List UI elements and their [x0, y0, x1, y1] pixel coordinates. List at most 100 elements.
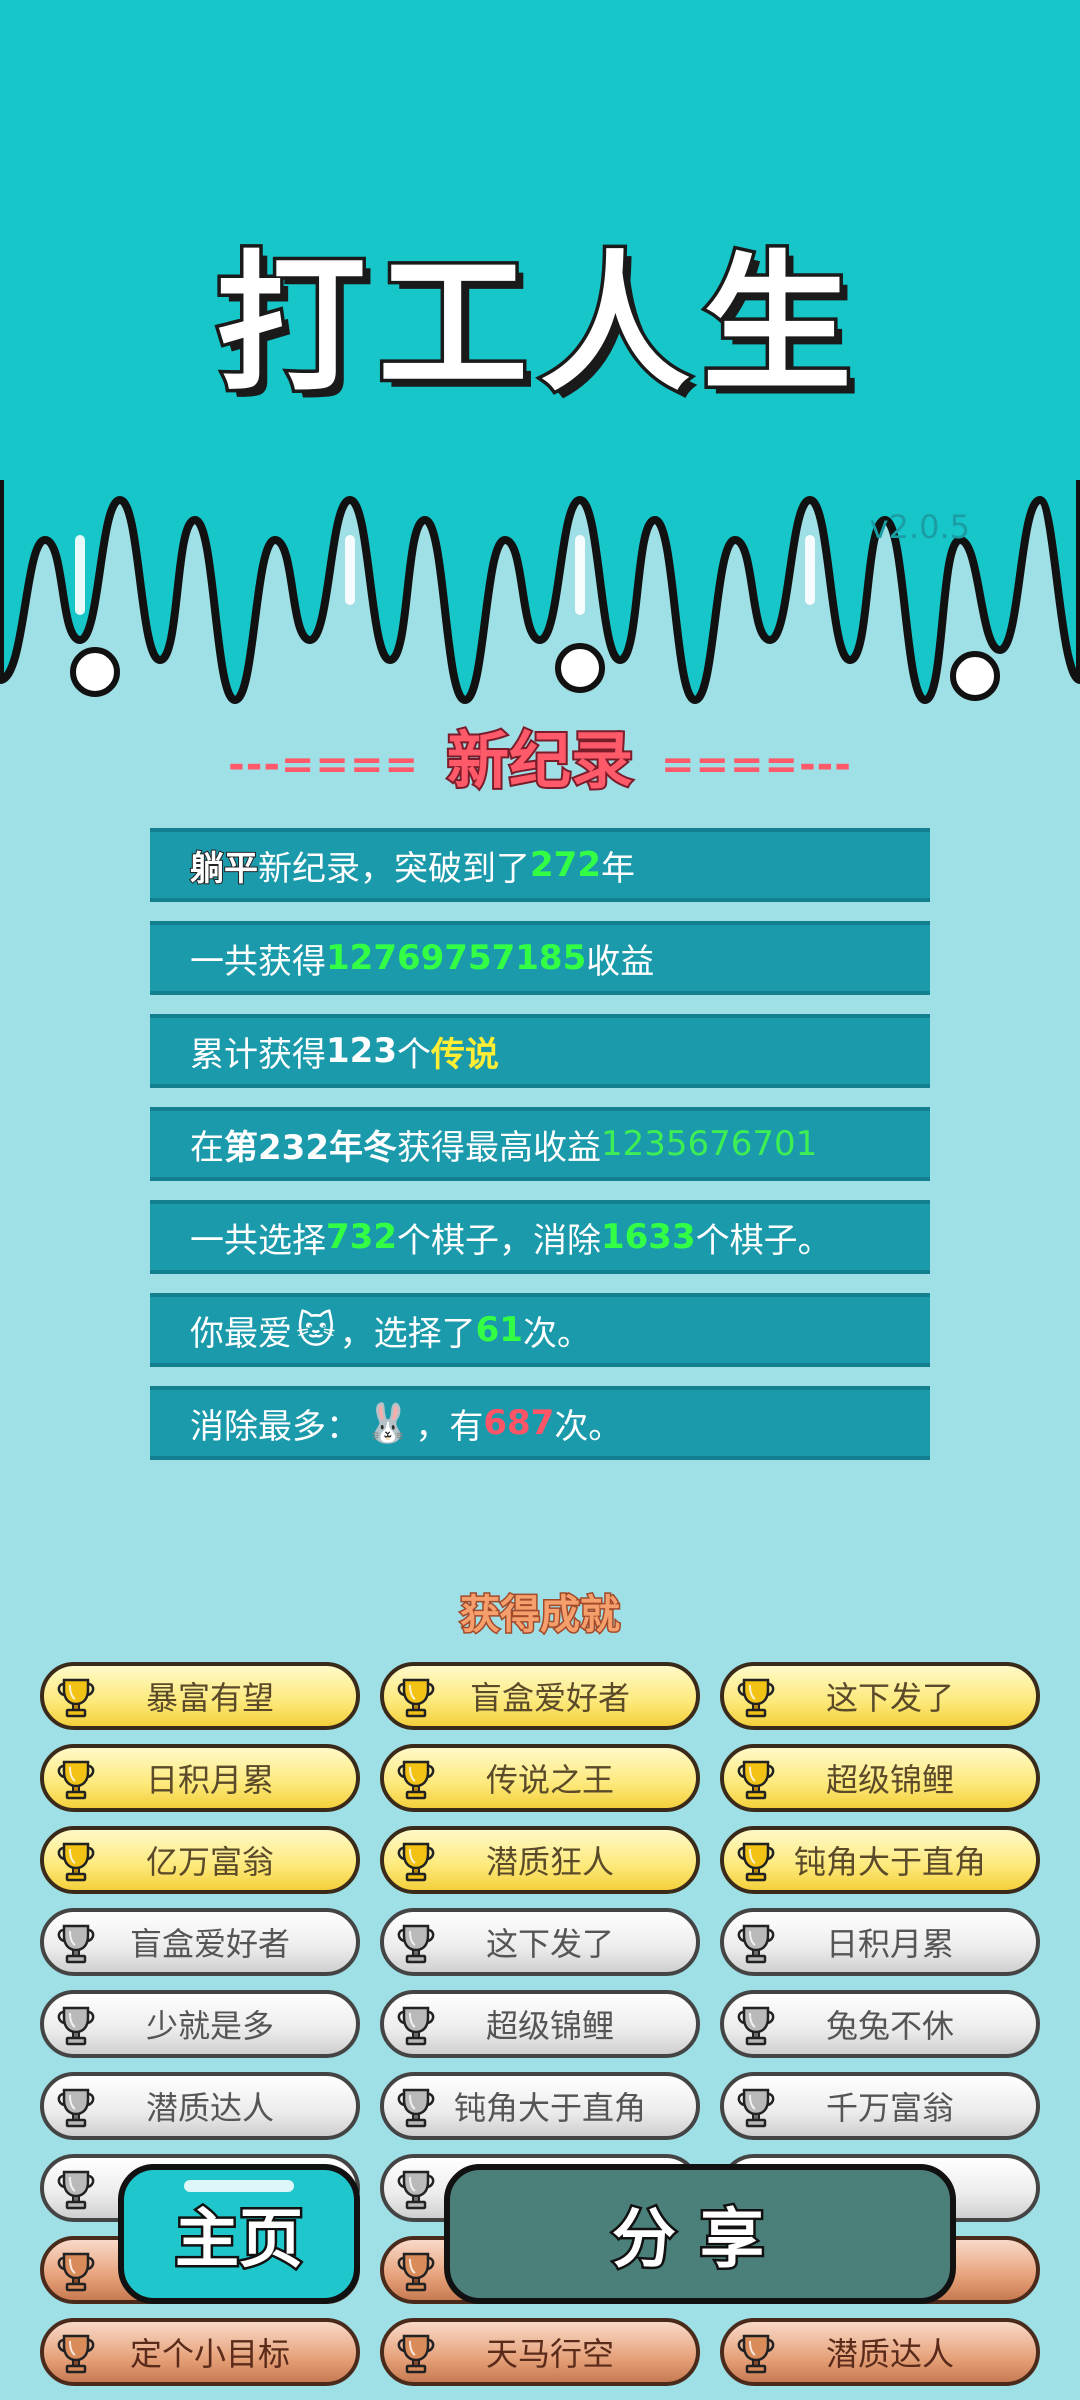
achievement-badge[interactable]: 盲盒爱好者 — [380, 1662, 700, 1730]
record-text: 1235676701 — [600, 1124, 818, 1164]
record-text: 一共选择 — [190, 1220, 326, 1261]
record-row: 一共选择 732 个棋子，消除 1633 个棋子。 — [150, 1200, 930, 1274]
achievement-badge[interactable]: 暴富有望 — [40, 1662, 360, 1730]
trophy-icon — [57, 2088, 95, 2128]
button-shine — [184, 2180, 294, 2192]
achievements-title: 获得成就 — [459, 1591, 622, 1640]
trophy-icon — [397, 2170, 435, 2210]
record-text: ，选择了 — [339, 1313, 476, 1354]
record-row: 一共获得 12769757185 收益 — [150, 921, 930, 995]
heading-word: 新纪录 — [445, 724, 635, 797]
achievement-badge[interactable]: 盲盒爱好者 — [40, 1908, 360, 1976]
achievement-label: 暴富有望 — [145, 1679, 274, 1717]
achievement-badge[interactable]: 日积月累 — [40, 1744, 360, 1812]
achievement-badge[interactable]: 千万富翁 — [720, 2072, 1040, 2140]
achievement-label: 潜质达人 — [145, 2089, 274, 2127]
trophy-icon — [737, 2334, 775, 2374]
record-text: 躺平 — [189, 848, 259, 890]
achievement-badge[interactable]: 日积月累 — [720, 1908, 1040, 1976]
achievement-badge[interactable]: 钝角大于直角 — [380, 2072, 700, 2140]
achievement-label: 少就是多 — [145, 2007, 274, 2045]
achievement-label: 定个小目标 — [129, 2335, 290, 2373]
achievement-badge[interactable]: 天马行空 — [380, 2318, 700, 2386]
record-text: 获得最高收益 — [396, 1127, 601, 1168]
record-text: 传说 — [430, 1034, 499, 1075]
record-text: 个棋子，消除 — [396, 1220, 601, 1261]
achievement-label: 钝角大于直角 — [453, 2089, 646, 2127]
achievement-badge[interactable]: 传说之王 — [380, 1744, 700, 1812]
achievement-label: 日积月累 — [825, 1925, 954, 1963]
cat-icon: 🐱 — [296, 1308, 336, 1352]
achievement-badge[interactable]: 潜质达人 — [720, 2318, 1040, 2386]
trophy-icon — [397, 2088, 435, 2128]
achievement-label: 这下发了 — [485, 1925, 614, 1963]
achievement-label: 这下发了 — [825, 1679, 954, 1717]
record-text: 272 — [530, 845, 601, 885]
record-text: 收益 — [586, 941, 655, 982]
achievement-badge[interactable]: 超级锦鲤 — [720, 1744, 1040, 1812]
trophy-icon — [737, 1760, 775, 1800]
record-row: 消除最多： 🐰 ，有 687 次。 — [150, 1386, 930, 1460]
achievement-badge[interactable]: 超级锦鲤 — [380, 1990, 700, 2058]
achievement-badge[interactable]: 兔兔不休 — [720, 1990, 1040, 2058]
record-list: 躺平 新纪录，突破到了 272 年一共获得 12769757185 收益 累计获得 123 个传… — [150, 828, 930, 1479]
trophy-icon — [737, 2006, 775, 2046]
achievement-badge[interactable]: 潜质狂人 — [380, 1826, 700, 1894]
achievement-badge[interactable]: 这下发了 — [720, 1662, 1040, 1730]
share-button[interactable]: 分享 — [444, 2164, 956, 2304]
achievement-badge[interactable]: 定个小目标 — [40, 2318, 360, 2386]
trophy-icon — [737, 2088, 775, 2128]
trophy-icon — [397, 1924, 435, 1964]
achievement-badge[interactable]: 这下发了 — [380, 1908, 700, 1976]
trophy-icon — [57, 1842, 95, 1882]
achievement-label: 钝角大于直角 — [793, 1843, 986, 1881]
home-button[interactable]: 主页 — [118, 2164, 360, 2304]
header-banner: 打工人生 v2.0.5 — [0, 0, 1080, 720]
trophy-icon — [397, 2006, 435, 2046]
achievement-badge[interactable]: 少就是多 — [40, 1990, 360, 2058]
share-button-label: 分享 — [610, 2201, 788, 2280]
record-text: 12769757185 — [326, 938, 587, 978]
new-record-heading: ---==== 新纪录 ====--- — [0, 728, 1080, 794]
record-text: 第232年冬 — [224, 1127, 397, 1168]
trophy-icon — [57, 2334, 95, 2374]
app-title: 打工人生 — [212, 238, 864, 412]
record-text: 一共获得 — [190, 941, 326, 982]
record-text: 个棋子。 — [695, 1220, 832, 1261]
trophy-icon — [737, 1678, 775, 1718]
record-row: 在 第232年冬 获得最高收益 1235676701 — [150, 1107, 930, 1181]
record-text: 累计获得 — [190, 1034, 326, 1075]
achievement-label: 超级锦鲤 — [485, 2007, 614, 2045]
trophy-icon — [397, 1678, 435, 1718]
trophy-icon — [737, 1842, 775, 1882]
record-text: 年 — [600, 848, 635, 889]
trophy-icon — [397, 1842, 435, 1882]
trophy-icon — [737, 1924, 775, 1964]
record-text: 123 — [326, 1031, 397, 1071]
achievement-label: 盲盒爱好者 — [129, 1925, 290, 1963]
achievement-label: 千万富翁 — [825, 2089, 954, 2127]
achievement-label: 天马行空 — [485, 2335, 614, 2373]
record-text: 1633 — [600, 1217, 696, 1257]
trophy-icon — [397, 2252, 435, 2292]
record-text: 个 — [396, 1034, 431, 1075]
record-text: 在 — [190, 1127, 224, 1168]
trophy-icon — [57, 1678, 95, 1718]
record-row: 累计获得 123 个传说 — [150, 1014, 930, 1088]
home-button-label: 主页 — [173, 2201, 306, 2280]
record-text: 次。 — [522, 1313, 591, 1354]
record-text: 新纪录，突破到了 — [258, 848, 530, 889]
achievement-badge[interactable]: 潜质达人 — [40, 2072, 360, 2140]
version-label: v2.0.5 — [869, 508, 970, 546]
achievement-badge[interactable]: 亿万富翁 — [40, 1826, 360, 1894]
record-text: ，有 — [415, 1406, 484, 1447]
trophy-icon — [57, 1760, 95, 1800]
record-text: 你最爱 — [190, 1313, 292, 1354]
achievement-badge[interactable]: 钝角大于直角 — [720, 1826, 1040, 1894]
record-row: 躺平 新纪录，突破到了 272 年 — [150, 828, 930, 902]
heading-dash-right: ====--- — [661, 741, 852, 788]
trophy-icon — [57, 1924, 95, 1964]
record-text: 732 — [326, 1217, 397, 1257]
achievement-label: 传说之王 — [485, 1761, 614, 1799]
rabbit-icon: 🐰 — [364, 1400, 412, 1445]
